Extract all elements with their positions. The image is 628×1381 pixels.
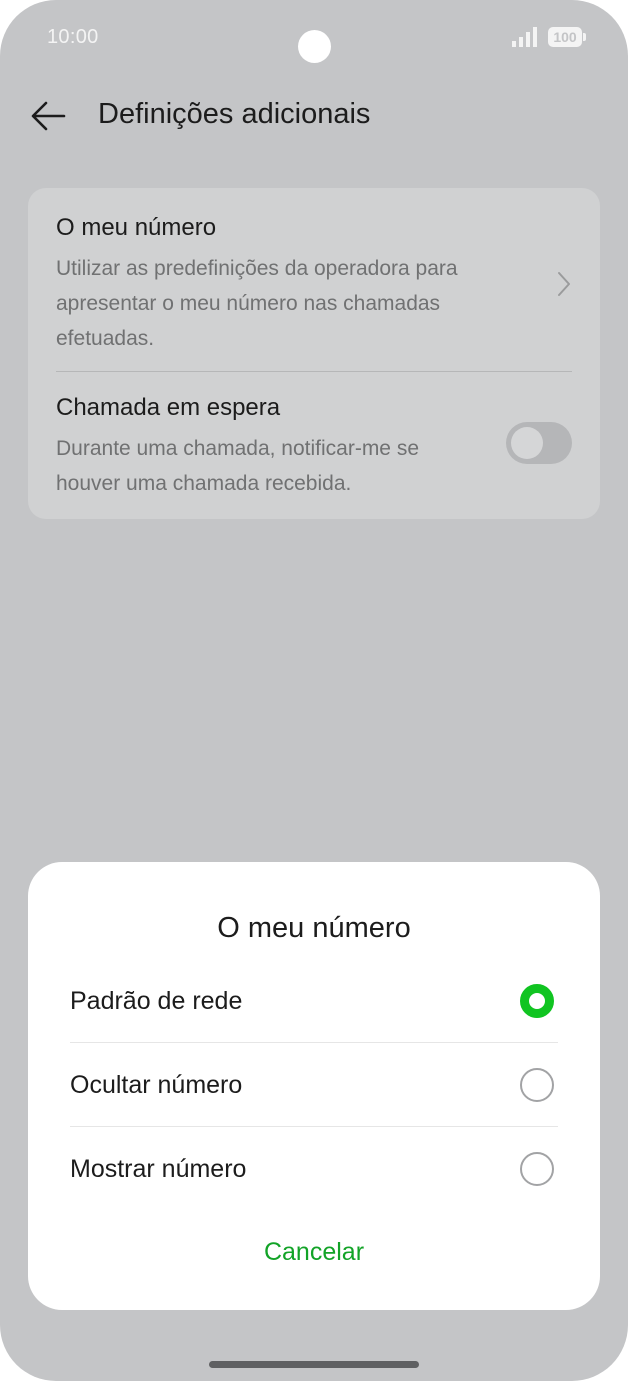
setting-title-my-number: O meu número [56, 214, 217, 241]
setting-desc-my-number: Utilizar as predefinições da operadora p… [56, 257, 458, 350]
arrow-left-icon[interactable] [28, 96, 68, 136]
option-label: Mostrar número [70, 1155, 247, 1183]
toggle-knob [511, 427, 543, 459]
signal-icon [512, 27, 537, 47]
dialog-title: O meu número [217, 912, 411, 944]
cancel-button[interactable]: Cancelar [214, 1228, 414, 1276]
chevron-right-icon [558, 272, 570, 296]
call-waiting-toggle[interactable] [506, 422, 572, 464]
radio-unselected-icon[interactable] [520, 1068, 554, 1102]
setting-title-call-waiting: Chamada em espera [56, 394, 281, 421]
battery-icon: 100 [548, 27, 582, 47]
radio-selected-icon[interactable] [520, 984, 554, 1018]
option-hide-number[interactable]: Ocultar número [28, 1043, 600, 1127]
option-show-number[interactable]: Mostrar número [28, 1127, 600, 1211]
divider [56, 371, 572, 372]
setting-desc-call-waiting: Durante uma chamada, notificar-me se hou… [56, 437, 419, 495]
option-label: Padrão de rede [70, 987, 243, 1015]
option-label: Ocultar número [70, 1071, 243, 1099]
battery-tip [583, 33, 586, 41]
radio-unselected-icon[interactable] [520, 1152, 554, 1186]
settings-card: O meu número Utilizar as predefinições d… [28, 188, 600, 519]
option-network-default[interactable]: Padrão de rede [28, 959, 600, 1043]
home-indicator[interactable] [209, 1361, 419, 1368]
status-time: 10:00 [47, 26, 99, 48]
page-title: Definições adicionais [98, 98, 371, 130]
camera-cutout [298, 30, 331, 63]
my-number-dialog: O meu número Padrão de rede Ocultar núme… [28, 862, 600, 1310]
phone-screen: 10:00 100 Definições adicionais O meu nú… [0, 0, 628, 1381]
